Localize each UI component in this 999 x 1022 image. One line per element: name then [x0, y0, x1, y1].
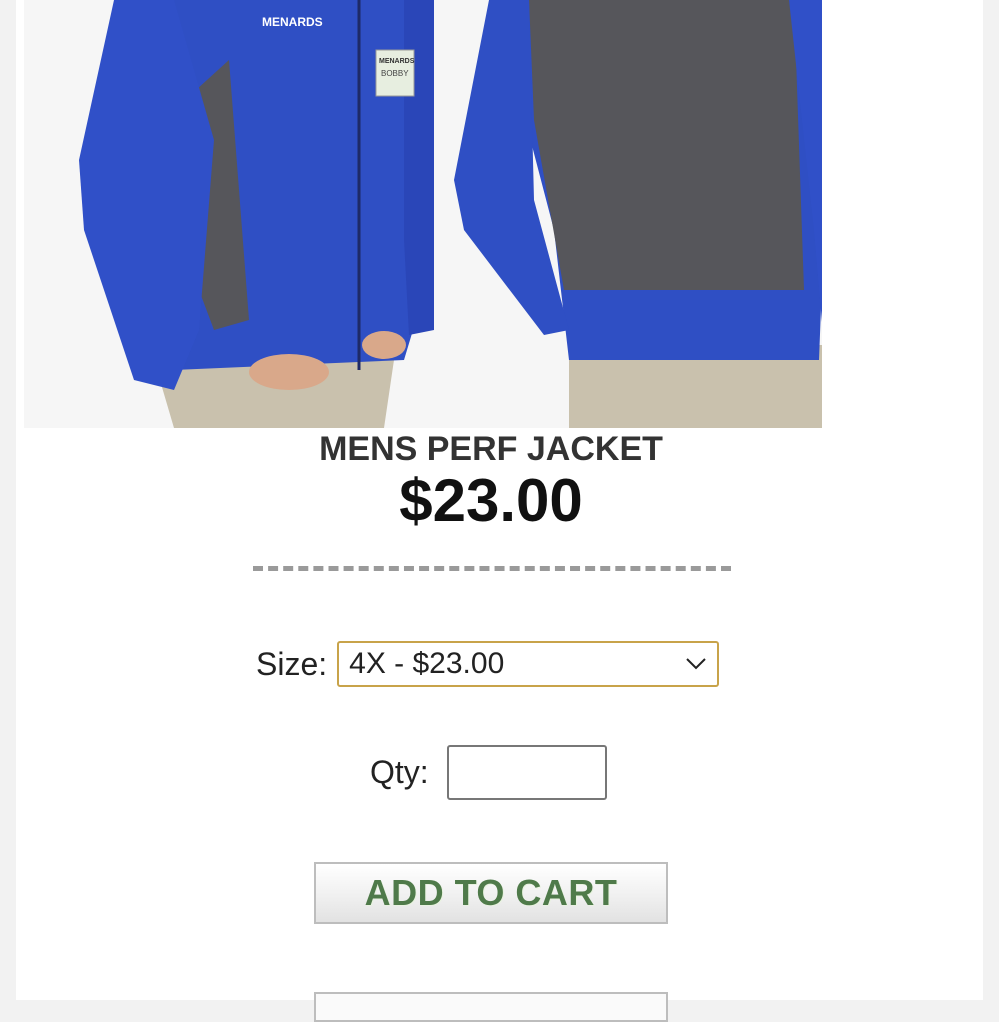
add-to-cart-button[interactable]: ADD TO CART — [314, 862, 668, 924]
svg-text:BOBBY: BOBBY — [381, 69, 409, 78]
size-row: Size: 4X - $23.00 — [256, 640, 720, 688]
product-title: MENS PERF JACKET — [319, 430, 663, 468]
jacket-illustration: MENARDS MENARDS BOBBY — [24, 0, 822, 428]
chevron-down-icon — [686, 658, 706, 670]
product-image: MENARDS MENARDS BOBBY — [24, 0, 822, 428]
qty-input[interactable] — [446, 744, 607, 800]
size-selected-value: 4X - $23.00 — [349, 647, 505, 680]
secondary-button[interactable] — [314, 992, 668, 1022]
product-price: $23.00 — [399, 467, 583, 534]
svg-text:MENARDS: MENARDS — [379, 58, 415, 65]
qty-row: Qty: — [370, 744, 607, 800]
size-select[interactable]: 4X - $23.00 — [337, 641, 720, 687]
qty-label: Qty: — [370, 753, 429, 790]
page: MENARDS MENARDS BOBBY MENS PERF JACKET $… — [16, 0, 983, 1022]
svg-text:MENARDS: MENARDS — [262, 15, 323, 29]
size-label: Size: — [256, 645, 328, 682]
add-to-cart-label: ADD TO CART — [364, 872, 618, 913]
divider — [253, 566, 731, 571]
